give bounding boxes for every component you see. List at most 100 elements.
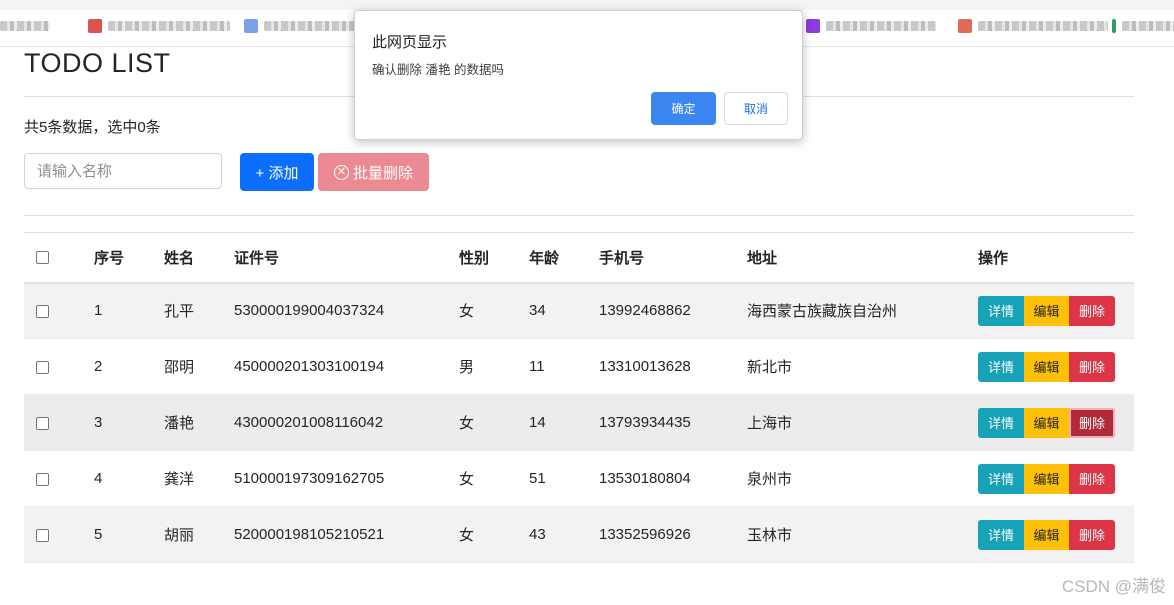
cell-seq: 2	[94, 358, 103, 375]
cell-sex: 女	[459, 471, 475, 488]
table-row: 1 孔平 530000199004037324 女 34 13992468862…	[24, 282, 1134, 339]
cell-phone: 13992468862	[599, 302, 691, 320]
table-row: 5 胡丽 520000198105210521 女 43 13352596926…	[24, 506, 1134, 563]
detail-button[interactable]: 详情	[978, 407, 1024, 438]
header-sex: 性别	[459, 249, 490, 267]
add-button[interactable]: + 添加	[240, 153, 314, 191]
table-row: 3 潘艳 430000201008116042 女 14 13793934435…	[24, 394, 1134, 451]
bookmark-item[interactable]	[806, 18, 936, 34]
add-button-label: + 添加	[255, 164, 299, 182]
cell-id: 520000198105210521	[234, 526, 385, 543]
cell-age: 43	[529, 526, 546, 543]
dialog-title: 此网页显示	[372, 34, 448, 51]
row-checkbox[interactable]	[36, 472, 49, 486]
cell-seq: 5	[94, 526, 103, 543]
edit-button[interactable]: 编辑	[1024, 351, 1069, 382]
action-group: 详情 编辑 删除	[978, 407, 1134, 438]
detail-button[interactable]: 详情	[978, 519, 1024, 550]
cell-name: 胡丽	[164, 527, 195, 544]
row-select-cell	[24, 451, 94, 507]
row-checkbox[interactable]	[36, 416, 49, 430]
cell-age: 11	[529, 358, 545, 375]
header-phone: 手机号	[599, 249, 645, 267]
cell-phone: 13530180804	[599, 470, 691, 487]
dialog-cancel-button[interactable]: 取消	[724, 92, 788, 125]
detail-button[interactable]: 详情	[978, 351, 1024, 382]
cell-seq: 4	[94, 470, 103, 487]
row-checkbox[interactable]	[36, 360, 49, 374]
cell-sex: 女	[459, 415, 475, 432]
select-all-checkbox[interactable]	[36, 251, 49, 265]
circle-x-icon: ✕	[333, 164, 349, 180]
detail-button[interactable]: 详情	[978, 463, 1024, 494]
bookmark-item[interactable]	[958, 18, 1108, 34]
header-actions: 操作	[978, 249, 1009, 267]
bookmark-item[interactable]	[1112, 18, 1174, 34]
todo-table: 序号 姓名 证件号 性别 年龄 手机号 地址 操作 1 孔平 530000199…	[24, 232, 1134, 563]
cell-age: 14	[529, 414, 546, 431]
cell-id: 530000199004037324	[234, 302, 385, 320]
row-checkbox[interactable]	[36, 528, 49, 542]
dialog-message: 确认删除 潘艳 的数据吗	[372, 63, 504, 77]
delete-button[interactable]: 删除	[1069, 463, 1115, 494]
cell-name: 潘艳	[164, 415, 195, 432]
cell-id: 510000197309162705	[234, 470, 385, 487]
delete-button[interactable]: 删除	[1069, 407, 1115, 438]
cell-seq: 3	[94, 414, 103, 431]
header-seq: 序号	[94, 249, 125, 267]
row-select-cell	[24, 283, 94, 339]
table-header-row: 序号 姓名 证件号 性别 年龄 手机号 地址 操作	[24, 232, 1134, 283]
header-name: 姓名	[164, 249, 195, 267]
address-bar-edge	[0, 0, 1174, 10]
header-address: 地址	[747, 249, 778, 267]
action-group: 详情 编辑 删除	[978, 463, 1134, 494]
edit-button[interactable]: 编辑	[1024, 463, 1069, 494]
edit-button[interactable]: 编辑	[1024, 519, 1069, 550]
cell-sex: 女	[459, 303, 475, 321]
header-id: 证件号	[234, 249, 280, 267]
delete-button[interactable]: 删除	[1069, 295, 1115, 326]
cell-actions: 详情 编辑 删除	[978, 507, 1134, 563]
cell-sex: 男	[459, 359, 475, 376]
bookmark-item[interactable]	[0, 18, 50, 34]
cell-address: 上海市	[747, 415, 793, 432]
cell-sex: 女	[459, 527, 475, 544]
cell-actions: 详情 编辑 删除	[978, 451, 1134, 507]
bookmark-item[interactable]	[88, 18, 230, 34]
confirm-dialog: 此网页显示 确认删除 潘艳 的数据吗 确定 取消	[354, 10, 803, 140]
detail-button[interactable]: 详情	[978, 295, 1024, 326]
header-age: 年龄	[529, 249, 560, 267]
cell-seq: 1	[94, 302, 103, 320]
data-summary: 共5条数据，选中0条	[24, 119, 161, 136]
batch-delete-button[interactable]: ✕ 批量删除	[318, 153, 429, 191]
cell-id: 430000201008116042	[234, 414, 384, 431]
batch-delete-label: 批量删除	[352, 164, 413, 182]
name-input[interactable]	[24, 153, 222, 189]
cell-age: 34	[529, 302, 546, 320]
cell-name: 孔平	[164, 303, 195, 321]
dialog-ok-button[interactable]: 确定	[651, 92, 716, 125]
action-group: 详情 编辑 删除	[978, 295, 1134, 326]
row-select-cell	[24, 339, 94, 395]
edit-button[interactable]: 编辑	[1024, 407, 1069, 438]
table-row: 2 邵明 450000201303100194 男 11 13310013628…	[24, 339, 1134, 395]
cell-age: 51	[529, 470, 546, 487]
cell-address: 玉林市	[747, 527, 793, 544]
select-all-cell	[24, 233, 94, 283]
delete-button[interactable]: 删除	[1069, 351, 1115, 382]
cell-actions: 详情 编辑 删除	[978, 395, 1134, 451]
row-select-cell	[24, 507, 94, 563]
cell-name: 龚洋	[164, 471, 195, 488]
page-title: TODO LIST	[24, 48, 171, 78]
watermark: CSDN @满俊	[1061, 577, 1166, 596]
table-row: 4 龚洋 510000197309162705 女 51 13530180804…	[24, 451, 1134, 507]
cell-phone: 13310013628	[599, 358, 691, 375]
divider	[24, 215, 1134, 216]
row-checkbox[interactable]	[36, 304, 49, 318]
delete-button[interactable]: 删除	[1069, 519, 1115, 550]
edit-button[interactable]: 编辑	[1024, 295, 1069, 326]
cell-actions: 详情 编辑 删除	[978, 339, 1134, 395]
action-group: 详情 编辑 删除	[978, 519, 1134, 550]
cell-phone: 13352596926	[599, 526, 691, 543]
bookmark-item[interactable]	[244, 18, 360, 34]
